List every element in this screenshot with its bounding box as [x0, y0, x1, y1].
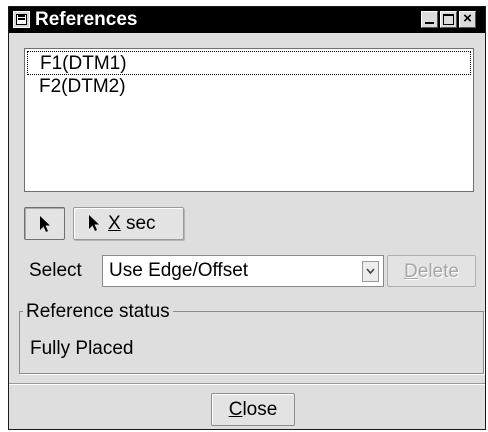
reference-status-label: Reference status	[23, 300, 173, 324]
close-button[interactable]: Close	[211, 393, 295, 426]
title-bar[interactable]: References ×	[9, 7, 485, 33]
window-title: References	[35, 9, 138, 30]
select-reference-button[interactable]	[24, 207, 65, 240]
arrow-pointer-icon	[89, 215, 99, 231]
list-item[interactable]: F1(DTM1)	[27, 51, 471, 75]
xsec-label: X sec	[108, 213, 156, 234]
select-dropdown-value: Use Edge/Offset	[109, 260, 249, 281]
list-item[interactable]: F2(DTM2)	[27, 75, 471, 99]
xsec-button[interactable]: X sec	[73, 207, 184, 240]
footer-divider	[9, 383, 485, 385]
window-menu-icon[interactable]	[13, 11, 30, 28]
delete-label: Delete	[404, 261, 459, 282]
close-label: Close	[228, 399, 278, 420]
chevron-down-icon	[366, 268, 375, 275]
reference-status-value: Fully Placed	[30, 338, 134, 359]
maximize-button[interactable]	[440, 11, 457, 28]
dropdown-button[interactable]	[362, 261, 379, 282]
select-dropdown[interactable]: Use Edge/Offset	[102, 255, 384, 287]
references-list[interactable]: F1(DTM1) F2(DTM2)	[24, 48, 474, 192]
minimize-button[interactable]	[421, 11, 438, 28]
close-icon: ×	[463, 10, 472, 27]
delete-button[interactable]: Delete	[387, 255, 476, 287]
close-window-button[interactable]: ×	[459, 10, 476, 28]
arrow-pointer-icon	[40, 216, 50, 232]
references-dialog: References × F1(DTM1) F2(DTM2) X sec Sel…	[8, 6, 486, 430]
select-label: Select	[29, 260, 82, 281]
